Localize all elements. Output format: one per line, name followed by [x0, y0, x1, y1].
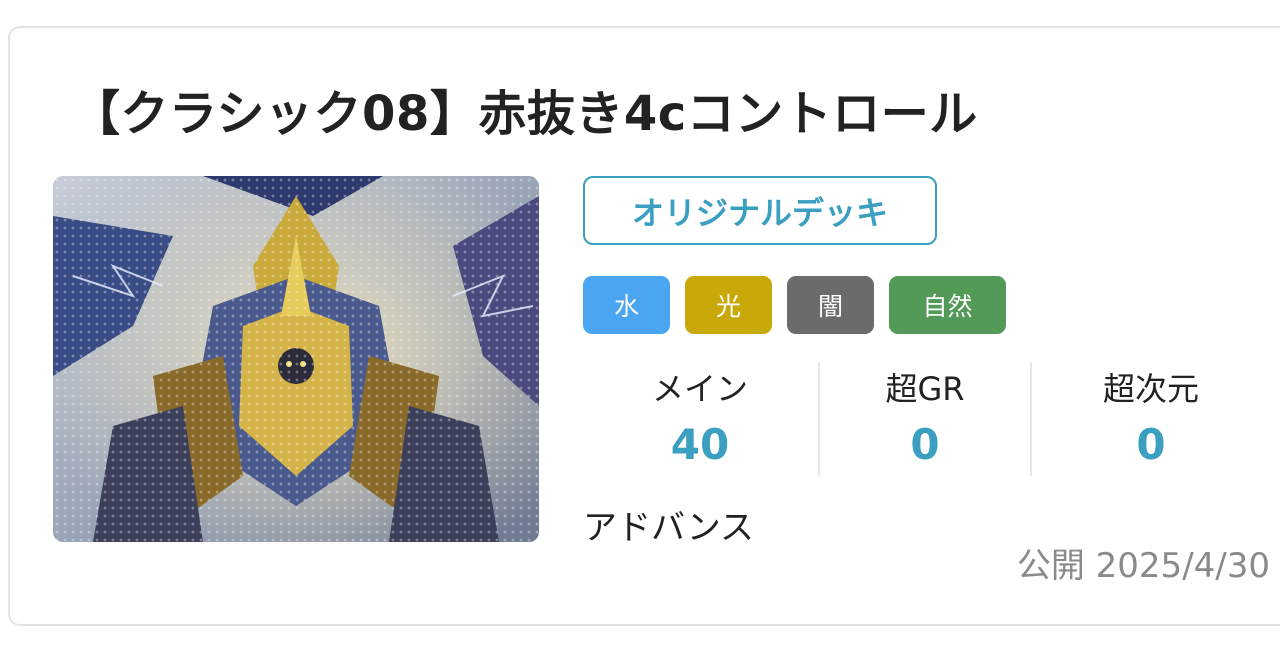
stat-gr: 超GR 0 — [822, 362, 1028, 476]
civ-tag-light: 光 — [685, 276, 772, 334]
stat-divider — [818, 362, 820, 476]
stat-main: メイン 40 — [590, 362, 810, 476]
stat-hyperspatial: 超次元 0 — [1036, 362, 1266, 476]
stat-hyperspatial-label: 超次元 — [1102, 370, 1199, 408]
deck-stats: メイン 40 超GR 0 超次元 0 — [590, 362, 1280, 476]
original-deck-badge: オリジナルデッキ — [583, 176, 937, 245]
stat-gr-label: 超GR — [885, 370, 965, 408]
published-date: 公開 2025/4/30 — [1016, 546, 1270, 586]
deck-art-illustration — [53, 176, 539, 542]
stat-main-label: メイン — [651, 370, 748, 408]
deck-title[interactable]: 【クラシック08】赤抜き4cコントロール — [72, 74, 978, 144]
deck-format: アドバンス — [583, 508, 755, 548]
deck-art-image[interactable] — [53, 176, 539, 542]
civ-tag-water: 水 — [583, 276, 670, 334]
civ-tag-darkness: 闇 — [787, 276, 874, 334]
civilization-tags: 水 光 闇 自然 — [583, 276, 1006, 334]
civ-tag-nature: 自然 — [889, 276, 1006, 334]
stat-gr-value: 0 — [910, 420, 940, 469]
stat-hyperspatial-value: 0 — [1136, 420, 1166, 469]
stat-divider — [1030, 362, 1032, 476]
stat-main-value: 40 — [670, 420, 730, 469]
